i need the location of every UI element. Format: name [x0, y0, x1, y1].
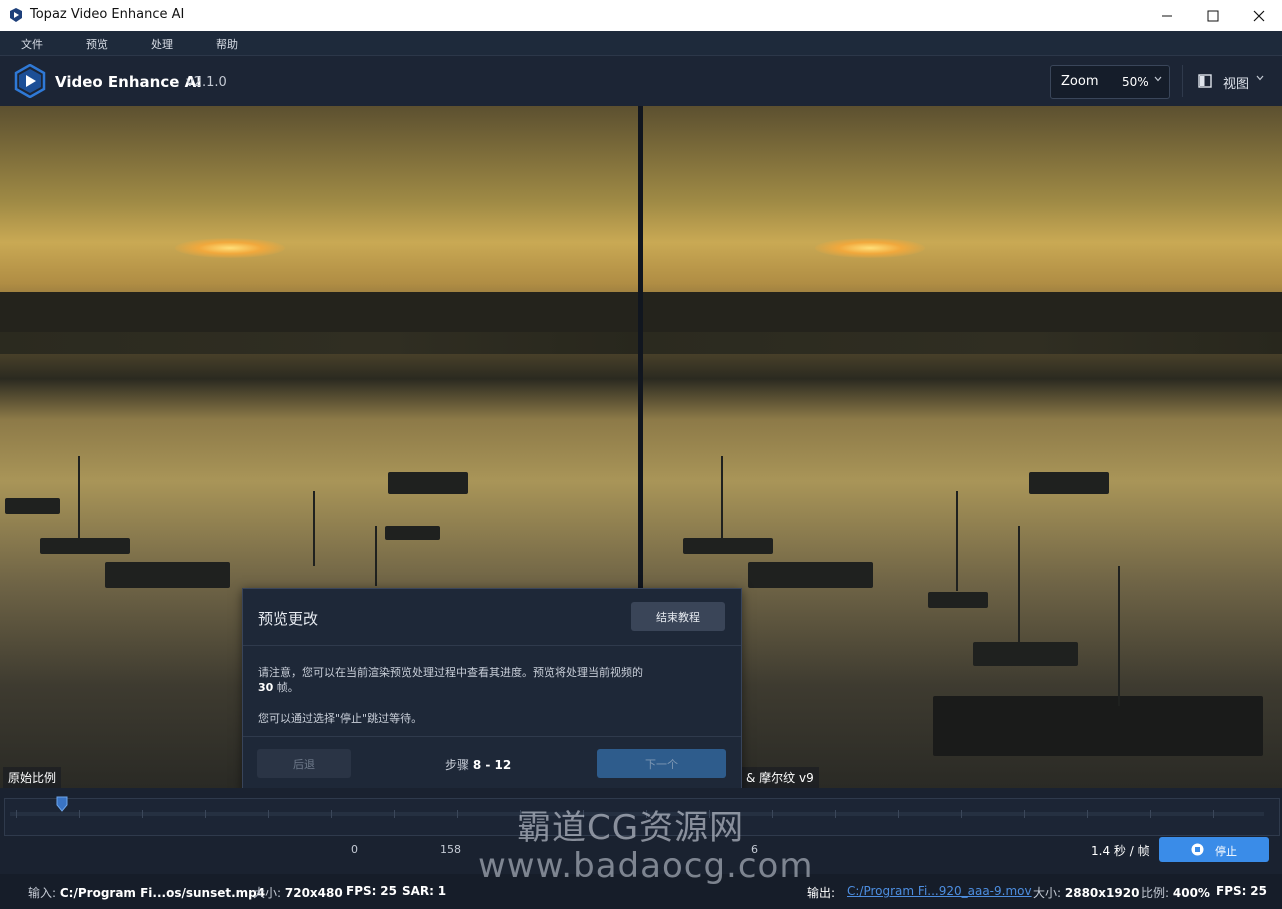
- timeline-tick: [961, 810, 962, 818]
- tutorial-dialog: 预览更改 结束教程 请注意，您可以在当前渲染预览处理过程中查看其进度。预览将处理…: [242, 588, 742, 793]
- view-label: 视图: [1223, 77, 1250, 92]
- pier: [643, 332, 1282, 354]
- timeline-tick: [205, 810, 206, 818]
- left-pane-label: 原始比例: [3, 767, 62, 788]
- sunset-sun: [175, 238, 285, 258]
- split-view-icon: [1198, 74, 1212, 88]
- timeline-marker: 158: [440, 843, 461, 856]
- output-fps: FPS: 25: [1216, 884, 1267, 898]
- menu-file[interactable]: 文件: [21, 36, 43, 52]
- input-info: 输入: C:/Program Fi...os/sunset.mp4: [28, 886, 266, 900]
- dialog-hint: 您可以通过选择"停止"跳过等待。: [258, 712, 423, 725]
- render-rate: 1.4 秒 / 帧: [1091, 844, 1150, 858]
- zoom-dropdown[interactable]: Zoom 50%: [1050, 65, 1170, 99]
- boat: [388, 472, 468, 494]
- divider: [243, 736, 741, 737]
- stop-icon: [1191, 843, 1204, 856]
- boat: [385, 526, 440, 540]
- shoreline: [643, 292, 1282, 336]
- boat: [933, 696, 1263, 756]
- timeline-tick: [1150, 810, 1151, 818]
- mast: [1118, 566, 1120, 706]
- right-pane-label: & 摩尔纹 v9: [741, 767, 819, 788]
- boat: [5, 498, 60, 514]
- timeline-tick: [16, 810, 17, 818]
- output-size: 大小: 2880x1920: [1033, 886, 1140, 900]
- timeline-tick: [1213, 810, 1214, 818]
- zoom-value: 50%: [1122, 75, 1149, 89]
- timeline-tick: [394, 810, 395, 818]
- output-scale: 比例: 400%: [1141, 886, 1210, 900]
- mast: [313, 491, 315, 566]
- watermark-url: www.badaocg.com: [478, 846, 814, 886]
- sunset-sun: [815, 238, 925, 258]
- back-button[interactable]: 后退: [257, 749, 351, 778]
- mast: [956, 491, 958, 591]
- divider: [243, 645, 741, 646]
- shoreline: [0, 292, 638, 336]
- menu-preview[interactable]: 预览: [86, 36, 108, 52]
- minimize-button[interactable]: [1144, 0, 1190, 31]
- stop-button[interactable]: 停止: [1159, 837, 1269, 862]
- timeline-tick: [457, 810, 458, 818]
- app-version: v2.1.0: [186, 75, 227, 90]
- stop-label: 停止: [1215, 845, 1237, 858]
- mast: [375, 526, 377, 586]
- minimize-icon: [1162, 15, 1172, 16]
- mast: [721, 456, 723, 546]
- timeline-tick: [898, 810, 899, 818]
- boat: [40, 538, 130, 554]
- zoom-label: Zoom: [1061, 74, 1099, 89]
- menu-bar: 文件 预览 处理 帮助: [0, 31, 1282, 55]
- watermark-title: 霸道CG资源网: [517, 808, 745, 848]
- timeline-tick: [772, 810, 773, 818]
- chevron-down-icon: [1256, 75, 1264, 81]
- timeline-tick: [1087, 810, 1088, 818]
- topaz-logo-icon: [14, 64, 46, 98]
- view-dropdown[interactable]: 视图: [1182, 65, 1279, 97]
- input-fps: FPS: 25: [346, 884, 397, 898]
- end-tutorial-button[interactable]: 结束教程: [631, 602, 725, 631]
- step-indicator: 步骤 8 - 12: [445, 758, 512, 772]
- maximize-button[interactable]: [1190, 0, 1236, 31]
- close-icon: [1253, 10, 1265, 21]
- app-name: Video Enhance AI: [55, 73, 202, 91]
- timeline-tick: [268, 810, 269, 818]
- timeline-marker: 0: [351, 843, 358, 856]
- topaz-app-icon: [10, 8, 22, 22]
- dialog-message: 请注意，您可以在当前渲染预览处理过程中查看其进度。预览将处理当前视频的 30 帧。: [258, 666, 643, 694]
- boat: [928, 592, 988, 608]
- boat: [1029, 472, 1109, 494]
- timeline-tick: [331, 810, 332, 818]
- title-bar: Topaz Video Enhance AI: [0, 0, 1282, 32]
- boat: [748, 562, 873, 588]
- next-button[interactable]: 下一个: [597, 749, 726, 778]
- menu-process[interactable]: 处理: [151, 36, 173, 52]
- output-label: 输出:: [807, 886, 836, 900]
- app-header: Video Enhance AI v2.1.0 Zoom 50% 视图: [0, 55, 1282, 106]
- frame-count: 30: [258, 681, 274, 694]
- menu-help[interactable]: 帮助: [216, 36, 238, 52]
- boat: [105, 562, 230, 588]
- timeline-tick: [1024, 810, 1025, 818]
- input-sar: SAR: 1: [402, 884, 447, 898]
- input-size: 大小: 720x480: [253, 886, 343, 900]
- dialog-title: 预览更改: [258, 610, 319, 628]
- maximize-icon: [1207, 10, 1219, 21]
- timeline-tick: [79, 810, 80, 818]
- boat: [683, 538, 773, 554]
- playhead-marker-icon[interactable]: [56, 796, 68, 812]
- mast: [78, 456, 80, 546]
- pier: [0, 332, 638, 354]
- window-title: Topaz Video Enhance AI: [30, 7, 185, 22]
- boat: [973, 642, 1078, 666]
- timeline-tick: [835, 810, 836, 818]
- timeline-tick: [142, 810, 143, 818]
- output-path-link[interactable]: C:/Program Fi...920_aaa-9.mov: [847, 884, 1032, 898]
- mast: [1018, 526, 1020, 646]
- chevron-down-icon: [1154, 76, 1162, 82]
- close-button[interactable]: [1236, 0, 1282, 31]
